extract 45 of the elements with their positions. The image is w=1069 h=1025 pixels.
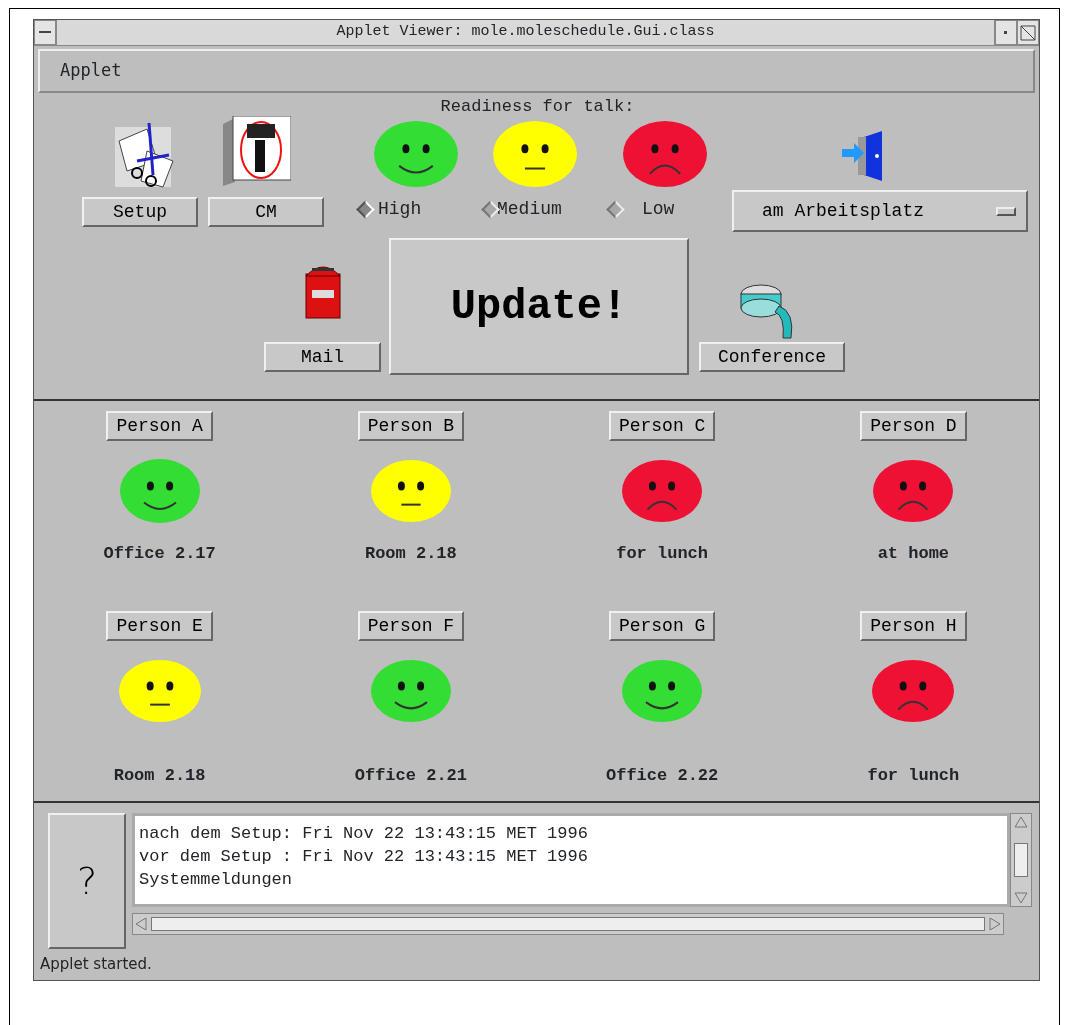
person-button[interactable]: Person G bbox=[608, 611, 716, 641]
radio-label: High bbox=[378, 198, 422, 221]
person-button[interactable]: Person B bbox=[357, 411, 465, 441]
horizontal-scrollbar[interactable] bbox=[132, 913, 1004, 935]
location-label: Office 2.17 bbox=[103, 543, 216, 565]
message-line: Systemmeldungen bbox=[139, 869, 294, 891]
person-button[interactable]: Person D bbox=[860, 411, 967, 441]
maximize-button[interactable] bbox=[1017, 20, 1039, 45]
vertical-scrollbar[interactable] bbox=[1010, 813, 1032, 907]
readiness-label: Readiness for talk: bbox=[439, 96, 636, 118]
left-arrow-icon bbox=[135, 917, 147, 931]
help-button[interactable]: ? bbox=[48, 813, 126, 949]
mail-button[interactable]: Mail bbox=[264, 342, 381, 372]
dropdown-value: am Arbeitsplatz bbox=[762, 200, 925, 223]
status-text: Applet started. bbox=[39, 954, 153, 975]
down-arrow-icon bbox=[1014, 892, 1028, 904]
dropdown-indicator-icon bbox=[996, 206, 1016, 216]
menu-item[interactable]: Applet bbox=[60, 58, 122, 84]
up-arrow-icon bbox=[1014, 816, 1028, 828]
location-label: Office 2.21 bbox=[354, 765, 467, 787]
conference-button[interactable]: Conference bbox=[699, 342, 845, 372]
person-button[interactable]: Person H bbox=[860, 611, 967, 641]
person-button[interactable]: Person A bbox=[106, 411, 213, 441]
update-button[interactable]: Update! bbox=[389, 238, 689, 375]
location-label: for lunch bbox=[616, 543, 709, 565]
location-label: for lunch bbox=[867, 765, 960, 787]
cm-button[interactable]: CM bbox=[208, 197, 324, 227]
message-line: vor dem Setup : Fri Nov 22 13:43:15 MET 1996 bbox=[139, 846, 589, 868]
message-line: nach dem Setup: Fri Nov 22 13:43:15 MET 1996 bbox=[139, 823, 589, 845]
location-label: Office 2.22 bbox=[606, 765, 719, 787]
radio-label: Medium bbox=[497, 198, 562, 221]
right-arrow-icon bbox=[989, 917, 1001, 931]
location-dropdown[interactable]: am Arbeitsplatz bbox=[732, 190, 1028, 232]
person-button[interactable]: Person C bbox=[608, 411, 716, 441]
location-label: at home bbox=[877, 543, 950, 565]
person-button[interactable]: Person E bbox=[106, 611, 213, 641]
radio-label: Low bbox=[642, 198, 675, 221]
window-menu-button[interactable] bbox=[34, 20, 56, 45]
resize-icon bbox=[1020, 24, 1036, 41]
location-label: Room 2.18 bbox=[113, 765, 206, 787]
person-button[interactable]: Person F bbox=[357, 611, 465, 641]
scrollbar-thumb[interactable] bbox=[1014, 843, 1028, 877]
location-label: Room 2.18 bbox=[364, 543, 457, 565]
scrollbar-thumb[interactable] bbox=[151, 917, 985, 931]
setup-button[interactable]: Setup bbox=[82, 197, 198, 227]
